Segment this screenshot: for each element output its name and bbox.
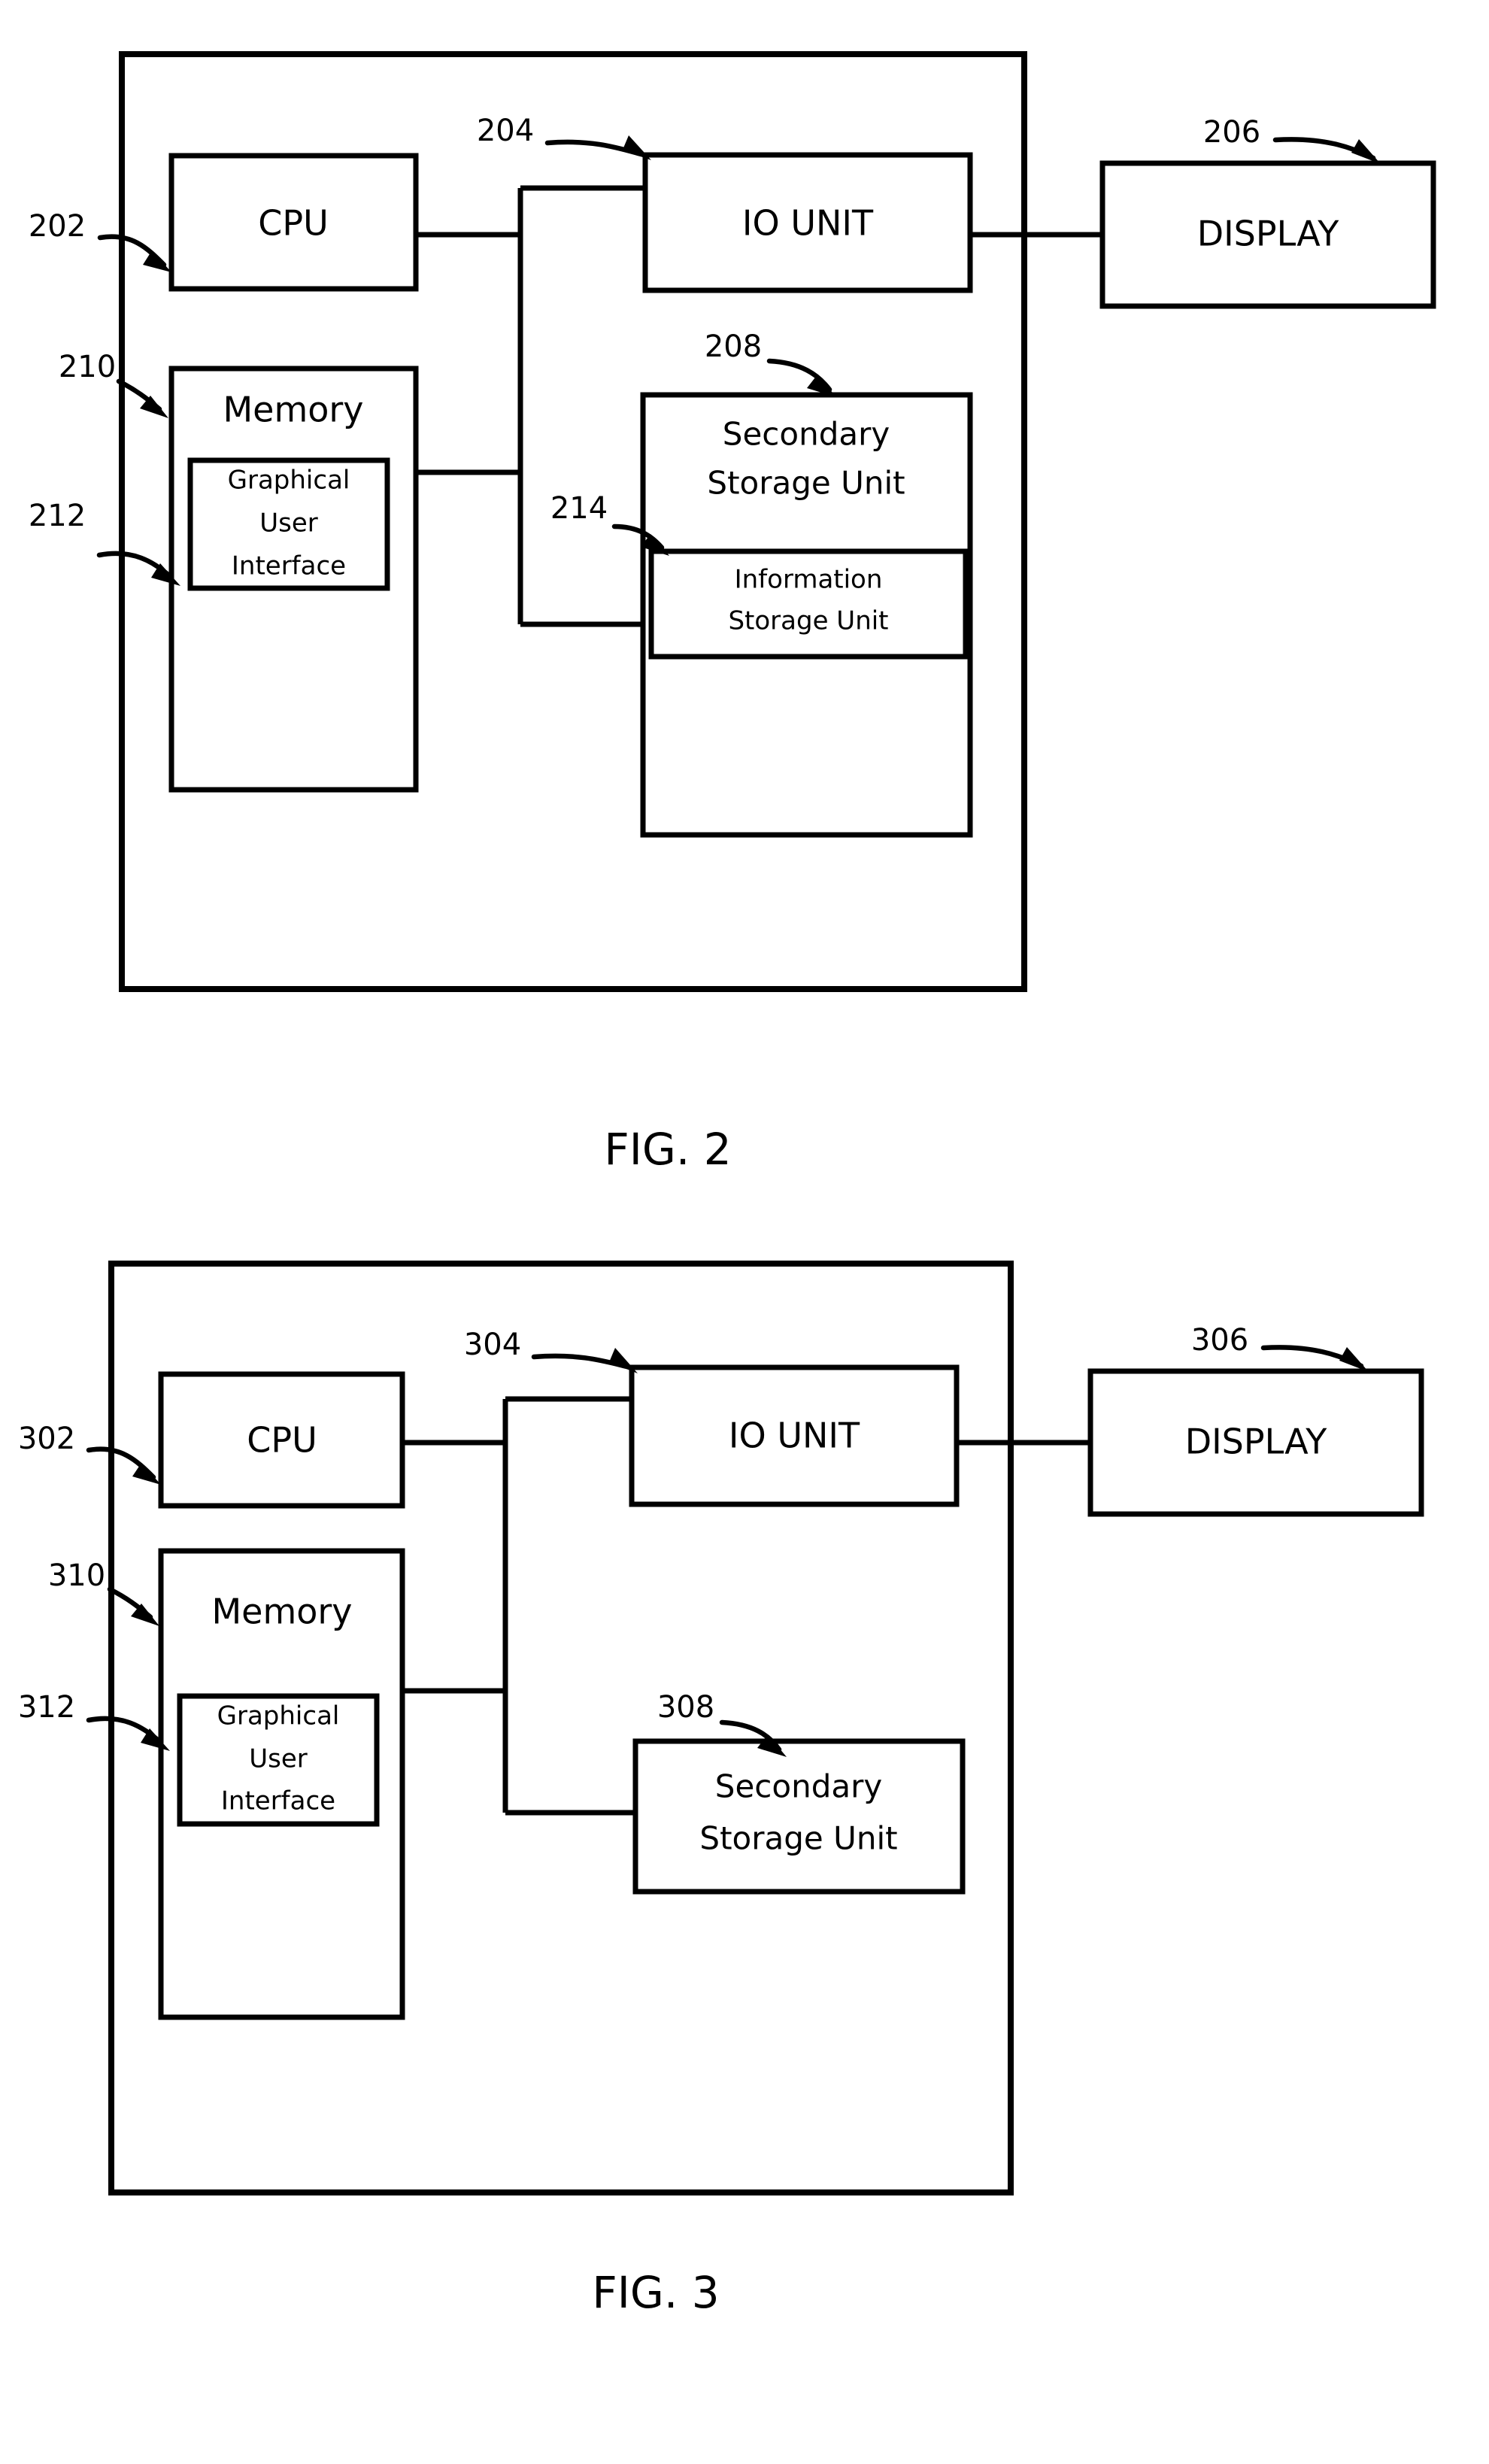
figures-canvas: CPU IO UNIT DISPLAY Memory Graphical Use… bbox=[18, 51, 1436, 2318]
fig3-box-display[interactable]: DISPLAY bbox=[1087, 1368, 1424, 1517]
fig2-ref-204: 204 bbox=[477, 114, 534, 148]
fig2-ref-210: 210 bbox=[59, 350, 116, 384]
fig2-leader-204-arrowhead bbox=[623, 135, 651, 160]
fig2-ref-206: 206 bbox=[1203, 115, 1260, 150]
fig2-box-display[interactable]: DISPLAY bbox=[1099, 160, 1436, 309]
fig2-leader-208: 208 bbox=[705, 329, 836, 397]
fig2-leader-204: 204 bbox=[477, 114, 651, 160]
fig2-box-graphical-user-interface[interactable]: Graphical User Interface bbox=[187, 457, 390, 591]
fig2-secondary-label-line2: Storage Unit bbox=[707, 465, 905, 502]
fig2-leader-210: 210 bbox=[59, 350, 168, 418]
fig3-leader-302-arrowhead bbox=[132, 1463, 161, 1485]
fig2-ref-214: 214 bbox=[550, 491, 608, 526]
fig3-leader-306: 306 bbox=[1191, 1323, 1369, 1372]
fig3-ref-304: 304 bbox=[464, 1328, 521, 1362]
fig3-display-label: DISPLAY bbox=[1185, 1422, 1328, 1462]
fig2-cpu-label: CPU bbox=[258, 203, 329, 244]
fig2-secondary-label-line1: Secondary bbox=[723, 416, 890, 453]
fig2-gui-label-line1: Graphical bbox=[228, 466, 350, 496]
fig2-ref-208: 208 bbox=[705, 329, 762, 364]
fig2-leader-206-arrowhead bbox=[1351, 139, 1381, 164]
fig3-leader-304-arrowhead bbox=[609, 1348, 638, 1373]
fig3-box-cpu[interactable]: CPU bbox=[158, 1371, 405, 1509]
fig2-box-information-storage-unit[interactable]: Information Storage Unit bbox=[648, 548, 969, 660]
fig2-caption: FIG. 2 bbox=[604, 1124, 731, 1175]
fig3-box-io-unit[interactable]: IO UNIT bbox=[629, 1364, 960, 1507]
fig3-memory-label: Memory bbox=[211, 1592, 352, 1632]
fig2-box-cpu[interactable]: CPU bbox=[168, 153, 419, 292]
fig2-leader-206: 206 bbox=[1203, 115, 1381, 164]
fig2-ref-202: 202 bbox=[29, 209, 86, 244]
fig2-box-io-unit[interactable]: IO UNIT bbox=[642, 152, 973, 293]
fig2-leader-202-arrowhead bbox=[143, 250, 171, 272]
patent-drawing-sheet: CPU IO UNIT DISPLAY Memory Graphical Use… bbox=[0, 0, 1489, 2464]
fig3-leader-310: 310 bbox=[48, 1558, 159, 1626]
fig2-gui-label-line2: User bbox=[259, 508, 318, 539]
fig3-leader-306-arrowhead bbox=[1339, 1347, 1369, 1372]
fig3-leader-302: 302 bbox=[18, 1422, 161, 1485]
fig2-info-label-line1: Information bbox=[735, 565, 883, 595]
fig3-cpu-label: CPU bbox=[247, 1420, 317, 1461]
fig2-gui-label-line3: Interface bbox=[232, 551, 346, 581]
fig3-leader-304: 304 bbox=[464, 1328, 638, 1373]
fig3-gui-label-line3: Interface bbox=[221, 1786, 335, 1816]
fig2-io-unit-label: IO UNIT bbox=[742, 203, 874, 244]
fig3-box-secondary-storage-unit[interactable]: Secondary Storage Unit bbox=[632, 1738, 966, 1895]
fig3-caption: FIG. 3 bbox=[592, 2267, 719, 2318]
fig2-info-label-line2: Storage Unit bbox=[728, 606, 888, 636]
fig3-secondary-label-line1: Secondary bbox=[715, 1768, 882, 1805]
fig2-memory-label: Memory bbox=[223, 390, 363, 430]
fig2-leader-212: 212 bbox=[29, 499, 180, 586]
fig3-secondary-rect bbox=[632, 1738, 966, 1895]
fig3-secondary-label-line2: Storage Unit bbox=[699, 1820, 897, 1857]
fig3-leader-312: 312 bbox=[18, 1690, 170, 1751]
fig3-gui-label-line1: Graphical bbox=[217, 1701, 340, 1731]
fig3-ref-312: 312 bbox=[18, 1690, 75, 1725]
fig2-leader-202: 202 bbox=[29, 209, 171, 272]
figure-3: CPU IO UNIT DISPLAY Memory Graphical Use… bbox=[18, 1261, 1424, 2318]
fig3-ref-310: 310 bbox=[48, 1558, 105, 1593]
fig3-gui-label-line2: User bbox=[249, 1744, 308, 1774]
fig3-box-graphical-user-interface[interactable]: Graphical User Interface bbox=[177, 1693, 380, 1827]
figure-2: CPU IO UNIT DISPLAY Memory Graphical Use… bbox=[29, 51, 1436, 1175]
fig3-io-unit-label: IO UNIT bbox=[729, 1416, 860, 1456]
fig3-ref-302: 302 bbox=[18, 1422, 75, 1456]
fig3-ref-306: 306 bbox=[1191, 1323, 1248, 1358]
fig2-display-label: DISPLAY bbox=[1197, 214, 1340, 254]
fig2-ref-212: 212 bbox=[29, 499, 86, 533]
fig3-ref-308: 308 bbox=[657, 1690, 714, 1725]
